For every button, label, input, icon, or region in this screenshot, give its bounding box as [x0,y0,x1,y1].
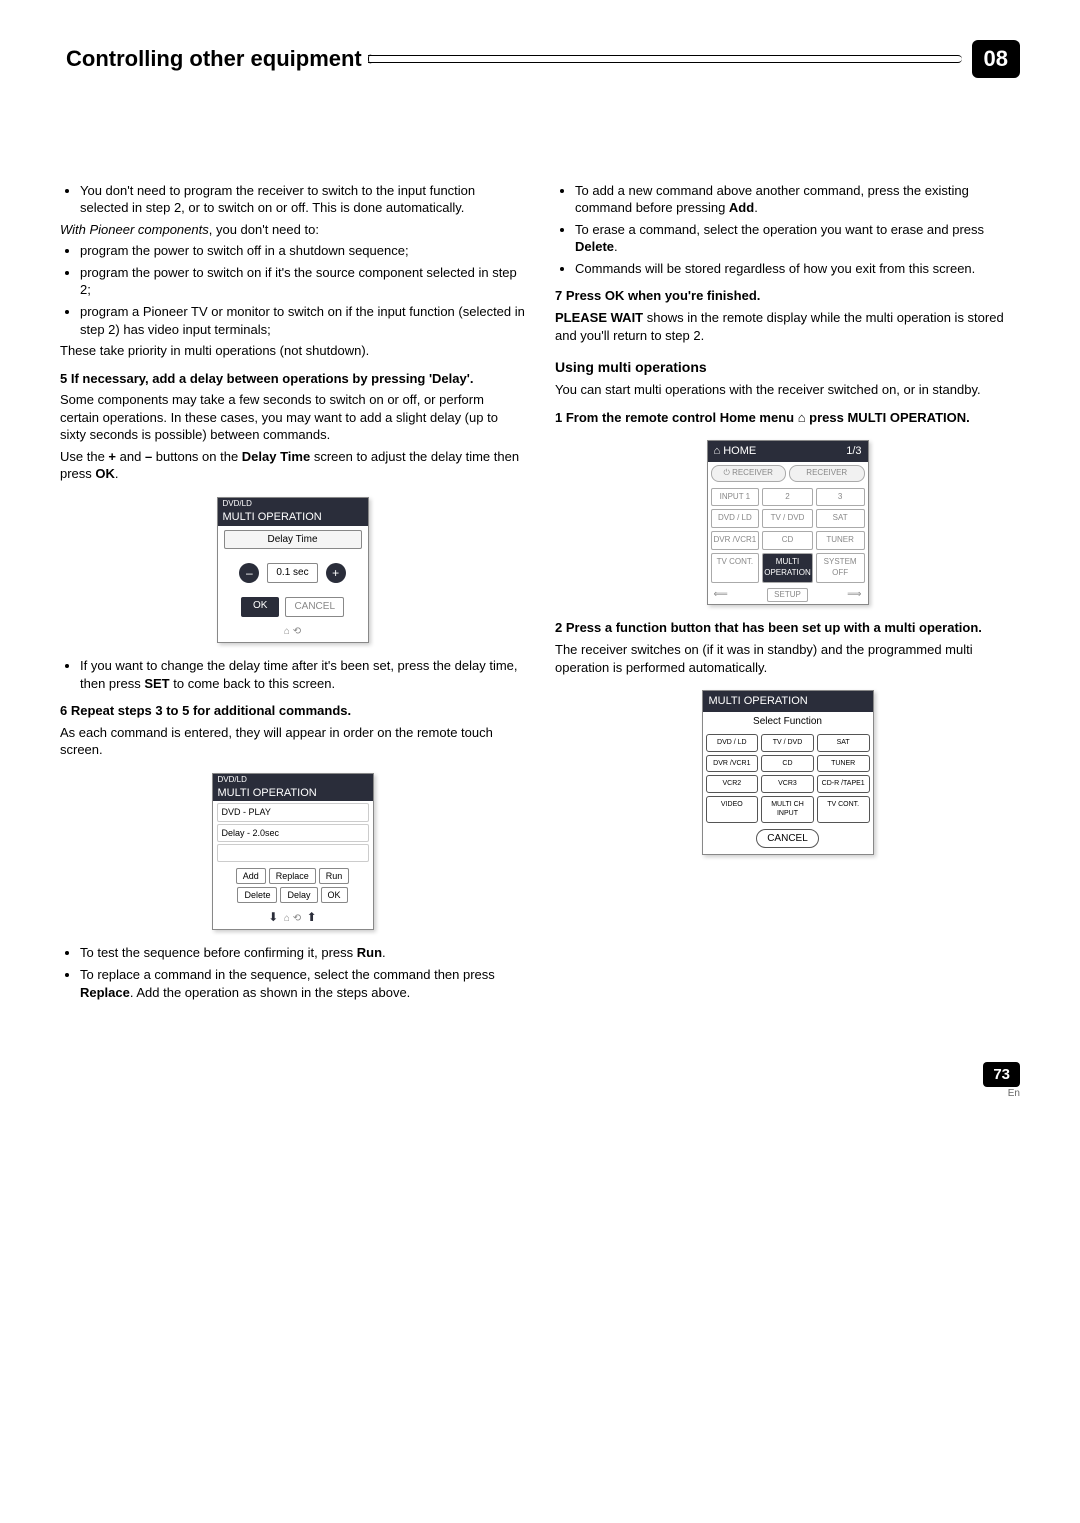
step-7-text: PLEASE WAIT shows in the remote display … [555,309,1020,344]
using-multi-text: You can start multi operations with the … [555,381,1020,399]
home-cell-tvcont[interactable]: TV CONT. [711,553,760,583]
plus-button[interactable]: + [326,563,346,583]
run-button[interactable]: Run [319,868,350,884]
screen-title: MULTI OPERATION [703,691,873,712]
home-cell-tv[interactable]: TV / DVD [762,509,813,528]
delete-button[interactable]: Delete [237,887,277,903]
run-note: To test the sequence before confirming i… [80,944,525,962]
home-cell-multi-operation[interactable]: MULTI OPERATION [762,553,813,583]
screen-title: MULTI OPERATION [223,510,363,525]
intro-bullet: You don't need to program the receiver t… [80,182,525,217]
right-column: To add a new command above another comma… [555,178,1020,1005]
next-arrow-icon[interactable]: ⟹ [847,588,861,602]
step-1-heading: 1 From the remote control Home menu ⌂ pr… [555,409,1020,427]
chapter-title: Controlling other equipment [60,44,368,74]
step-5-text: Some components may take a few seconds t… [60,391,525,444]
command-row[interactable]: DVD - PLAY [217,803,369,821]
step-5-heading: 5 If necessary, add a delay between oper… [60,370,525,388]
step-5-instruction: Use the + and – buttons on the Delay Tim… [60,448,525,483]
pioneer-bullet: program the power to switch off in a shu… [80,242,525,260]
page-header: Controlling other equipment 08 [60,40,1020,78]
func-dvr[interactable]: DVR /VCR1 [706,755,759,772]
command-row[interactable]: Delay - 2.0sec [217,824,369,842]
footer-icons: ⬇ ⌂ ⟲ ⬆ [213,907,373,930]
step-2-text: The receiver switches on (if it was in s… [555,641,1020,676]
home-cell-sat[interactable]: SAT [816,509,865,528]
receiver-power-button[interactable]: ⏻ RECEIVER [711,465,787,482]
using-multi-heading: Using multi operations [555,358,1020,377]
page-footer: 73 En [60,1065,1020,1101]
home-icon: ⌂ [798,409,806,427]
select-function-screen: MULTI OPERATION Select Function DVD / LD… [702,690,874,855]
ok-button[interactable]: OK [321,887,348,903]
func-video[interactable]: VIDEO [706,796,759,823]
language-label: En [60,1087,1020,1101]
delay-note: If you want to change the delay time aft… [80,657,525,692]
func-tvcont[interactable]: TV CONT. [817,796,870,823]
store-note: Commands will be stored regardless of ho… [575,260,1020,278]
pioneer-intro: With Pioneer components, you don't need … [60,221,525,239]
home-title: ⌂ HOME [714,444,757,459]
delete-note: To erase a command, select the operation… [575,221,1020,256]
setup-button[interactable]: SETUP [767,588,808,603]
ok-button[interactable]: OK [241,597,279,617]
delay-value: 0.1 sec [267,563,317,583]
page-number: 73 [983,1062,1020,1087]
priority-note: These take priority in multi operations … [60,342,525,360]
screen-context: DVD/LD [218,775,368,786]
delay-button[interactable]: Delay [280,887,317,903]
pioneer-bullet: program a Pioneer TV or monitor to switc… [80,303,525,338]
func-multich[interactable]: MULTI CH INPUT [761,796,814,823]
home-cell-dvd[interactable]: DVD / LD [711,509,760,528]
step-7-heading: 7 Press OK when you're finished. [555,287,1020,305]
func-vcr3[interactable]: VCR3 [761,775,814,792]
screen-context: DVD/LD [223,499,363,510]
home-cell-tuner[interactable]: TUNER [816,531,865,550]
replace-button[interactable]: Replace [269,868,316,884]
func-tuner[interactable]: TUNER [817,755,870,772]
chapter-number-badge: 08 [972,40,1020,78]
delay-time-label: Delay Time [224,530,362,550]
minus-button[interactable]: – [239,563,259,583]
home-cell-dvr[interactable]: DVR /VCR1 [711,531,760,550]
command-list-screen: DVD/LD MULTI OPERATION DVD - PLAY Delay … [212,773,374,931]
receiver-button[interactable]: RECEIVER [789,465,865,482]
home-cell-system-off[interactable]: SYSTEM OFF [816,553,865,583]
home-cell-input1[interactable]: INPUT 1 [711,488,760,507]
add-button[interactable]: Add [236,868,266,884]
home-cell-3[interactable]: 3 [816,488,865,507]
left-column: You don't need to program the receiver t… [60,178,525,1005]
step-6-heading: 6 Repeat steps 3 to 5 for additional com… [60,702,525,720]
home-page-indicator: 1/3 [846,444,861,459]
func-cdr[interactable]: CD-R /TAPE1 [817,775,870,792]
func-vcr2[interactable]: VCR2 [706,775,759,792]
select-function-label: Select Function [703,712,873,732]
footer-icons: ⌂ ⟲ [218,623,368,643]
replace-note: To replace a command in the sequence, se… [80,966,525,1001]
func-sat[interactable]: SAT [817,734,870,751]
pioneer-bullet: program the power to switch on if it's t… [80,264,525,299]
command-row-empty [217,844,369,862]
delay-time-screen: DVD/LD MULTI OPERATION Delay Time – 0.1 … [217,497,369,643]
step-6-text: As each command is entered, they will ap… [60,724,525,759]
home-cell-cd[interactable]: CD [762,531,813,550]
add-note: To add a new command above another comma… [575,182,1020,217]
screen-title: MULTI OPERATION [218,786,368,801]
prev-arrow-icon[interactable]: ⟸ [714,588,728,602]
header-rule [368,55,962,63]
home-cell-2[interactable]: 2 [762,488,813,507]
cancel-button[interactable]: CANCEL [285,597,344,617]
func-cd[interactable]: CD [761,755,814,772]
func-dvd[interactable]: DVD / LD [706,734,759,751]
func-tv[interactable]: TV / DVD [761,734,814,751]
step-2-heading: 2 Press a function button that has been … [555,619,1020,637]
home-screen: ⌂ HOME 1/3 ⏻ RECEIVER RECEIVER INPUT 1 2… [707,440,869,605]
cancel-button[interactable]: CANCEL [756,829,819,849]
